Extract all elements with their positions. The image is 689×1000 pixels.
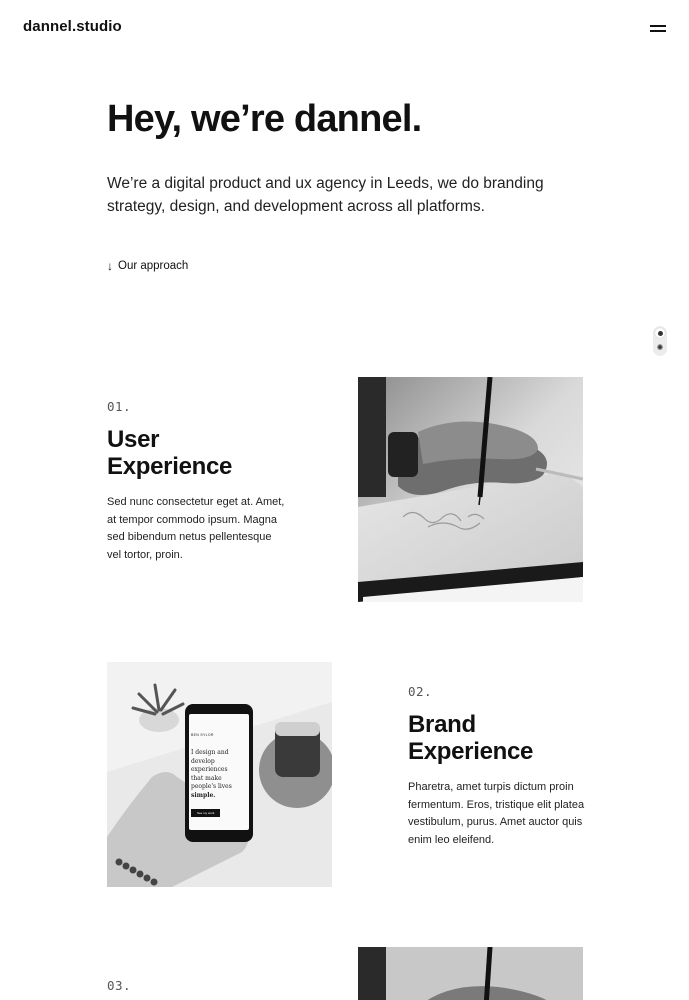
section-description: Sed nunc consectetur eget at. Amet, at t… <box>107 496 285 561</box>
phone-headline-line: I design and <box>191 749 229 756</box>
phone-headline: I design and develop experiences that ma… <box>191 749 247 801</box>
section-number: 01. <box>107 399 132 414</box>
phone-headline-line: that make <box>191 774 222 782</box>
theme-toggle[interactable]: ✺ <box>653 326 667 356</box>
our-approach-label: Our approach <box>118 260 189 272</box>
menu-line <box>650 30 666 32</box>
hero-description: We’re a digital product and ux agency in… <box>107 175 544 215</box>
our-approach-link[interactable]: ↓ Our approach <box>107 259 188 273</box>
phone-screen: BEN SYLOR I design and develop experienc… <box>191 718 247 828</box>
site-logo[interactable]: dannel.studio <box>23 18 122 35</box>
arrow-down-icon: ↓ <box>107 259 113 273</box>
moon-icon <box>655 328 665 338</box>
phone-headline-line: people's lives <box>191 783 232 791</box>
section-title: User Experience <box>107 426 307 480</box>
menu-line <box>650 25 666 27</box>
section-title-line: Experience <box>107 453 233 480</box>
hand-drawing-sketch-photo <box>358 377 583 602</box>
hamburger-menu-icon[interactable] <box>650 22 668 34</box>
hero-title: Hey, we’re dannel. <box>107 98 422 140</box>
section-title-line: Brand <box>408 711 476 738</box>
section-title: Brand Experience <box>408 711 608 765</box>
phone-headline-line: develop <box>191 757 215 765</box>
section-title-line: User <box>107 426 160 453</box>
phone-in-hand-photo: BEN SYLOR I design and develop experienc… <box>107 662 332 887</box>
phone-brand: BEN SYLOR <box>191 733 214 737</box>
section-number: 02. <box>408 684 433 699</box>
section-description: Pharetra, amet turpis dictum proin ferme… <box>408 781 585 846</box>
section-title-line: Experience <box>408 738 534 765</box>
phone-headline-emphasis: simple. <box>191 791 216 799</box>
phone-headline-line: experiences <box>191 766 228 774</box>
sun-icon: ✺ <box>656 343 664 352</box>
phone-button: See my work <box>191 808 221 817</box>
hand-drawing-sketch-photo <box>358 947 583 1000</box>
section-number: 03. <box>107 978 132 993</box>
